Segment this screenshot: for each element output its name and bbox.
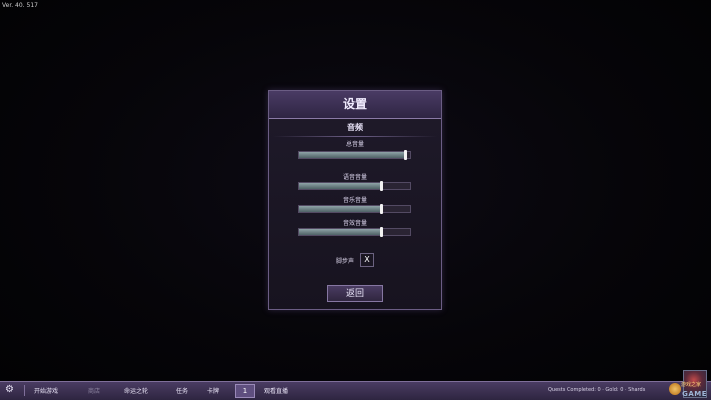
slider-fill [299,183,383,189]
music-volume-slider[interactable] [298,204,411,214]
bottom-nav-bar: ⚙ 开始游戏 商店 命运之轮 任务 卡牌 1 观看直播 Quests Compl… [0,370,711,400]
slider-knob[interactable] [380,227,384,237]
section-divider [273,136,437,137]
voice-volume-slider[interactable] [298,181,411,191]
cards-count-badge: 1 [235,384,255,398]
tab-watch-live[interactable]: 观看直播 [264,386,288,395]
master-volume-slider[interactable] [298,150,411,160]
tab-cards[interactable]: 卡牌 [207,386,219,395]
sfx-volume-label: 音效音量 [342,220,367,227]
voice-volume-label: 语音音量 [342,174,367,181]
audio-section-title: 音频 [347,123,363,132]
slider-fill [299,229,383,235]
version-label: Ver. 40. 517 [2,2,38,9]
watermark-cn: 游戏之家 [680,382,701,388]
settings-title: 设置 [269,91,441,119]
music-volume-label: 音乐音量 [342,197,367,204]
master-volume-label: 总音量 [345,141,364,148]
watermark-face-icon [669,383,681,395]
slider-knob[interactable] [380,181,384,191]
tab-wheel-of-fate[interactable]: 命运之轮 [124,386,148,395]
tab-quests[interactable]: 任务 [176,386,188,395]
footsteps-label: 脚步声 [336,257,355,265]
watermark: GAME [682,390,707,398]
sfx-volume-slider[interactable] [298,227,411,237]
settings-panel: 设置 音频 总音量 语音音量 音乐音量 音效音量 脚步声 X 返回 [268,90,442,310]
slider-knob[interactable] [380,204,384,214]
separator [24,385,25,396]
gear-icon[interactable]: ⚙ [5,384,14,395]
slider-knob[interactable] [403,150,407,160]
slider-fill [299,206,383,212]
footsteps-row: 脚步声 X [269,253,441,267]
status-text: Quests Completed: 0 · Gold: 0 · Shards [548,387,646,393]
slider-fill [299,152,406,158]
tab-shop[interactable]: 商店 [88,386,100,395]
tab-start-game[interactable]: 开始游戏 [34,386,58,395]
back-button[interactable]: 返回 [327,285,383,302]
footsteps-checkbox[interactable]: X [359,253,374,267]
